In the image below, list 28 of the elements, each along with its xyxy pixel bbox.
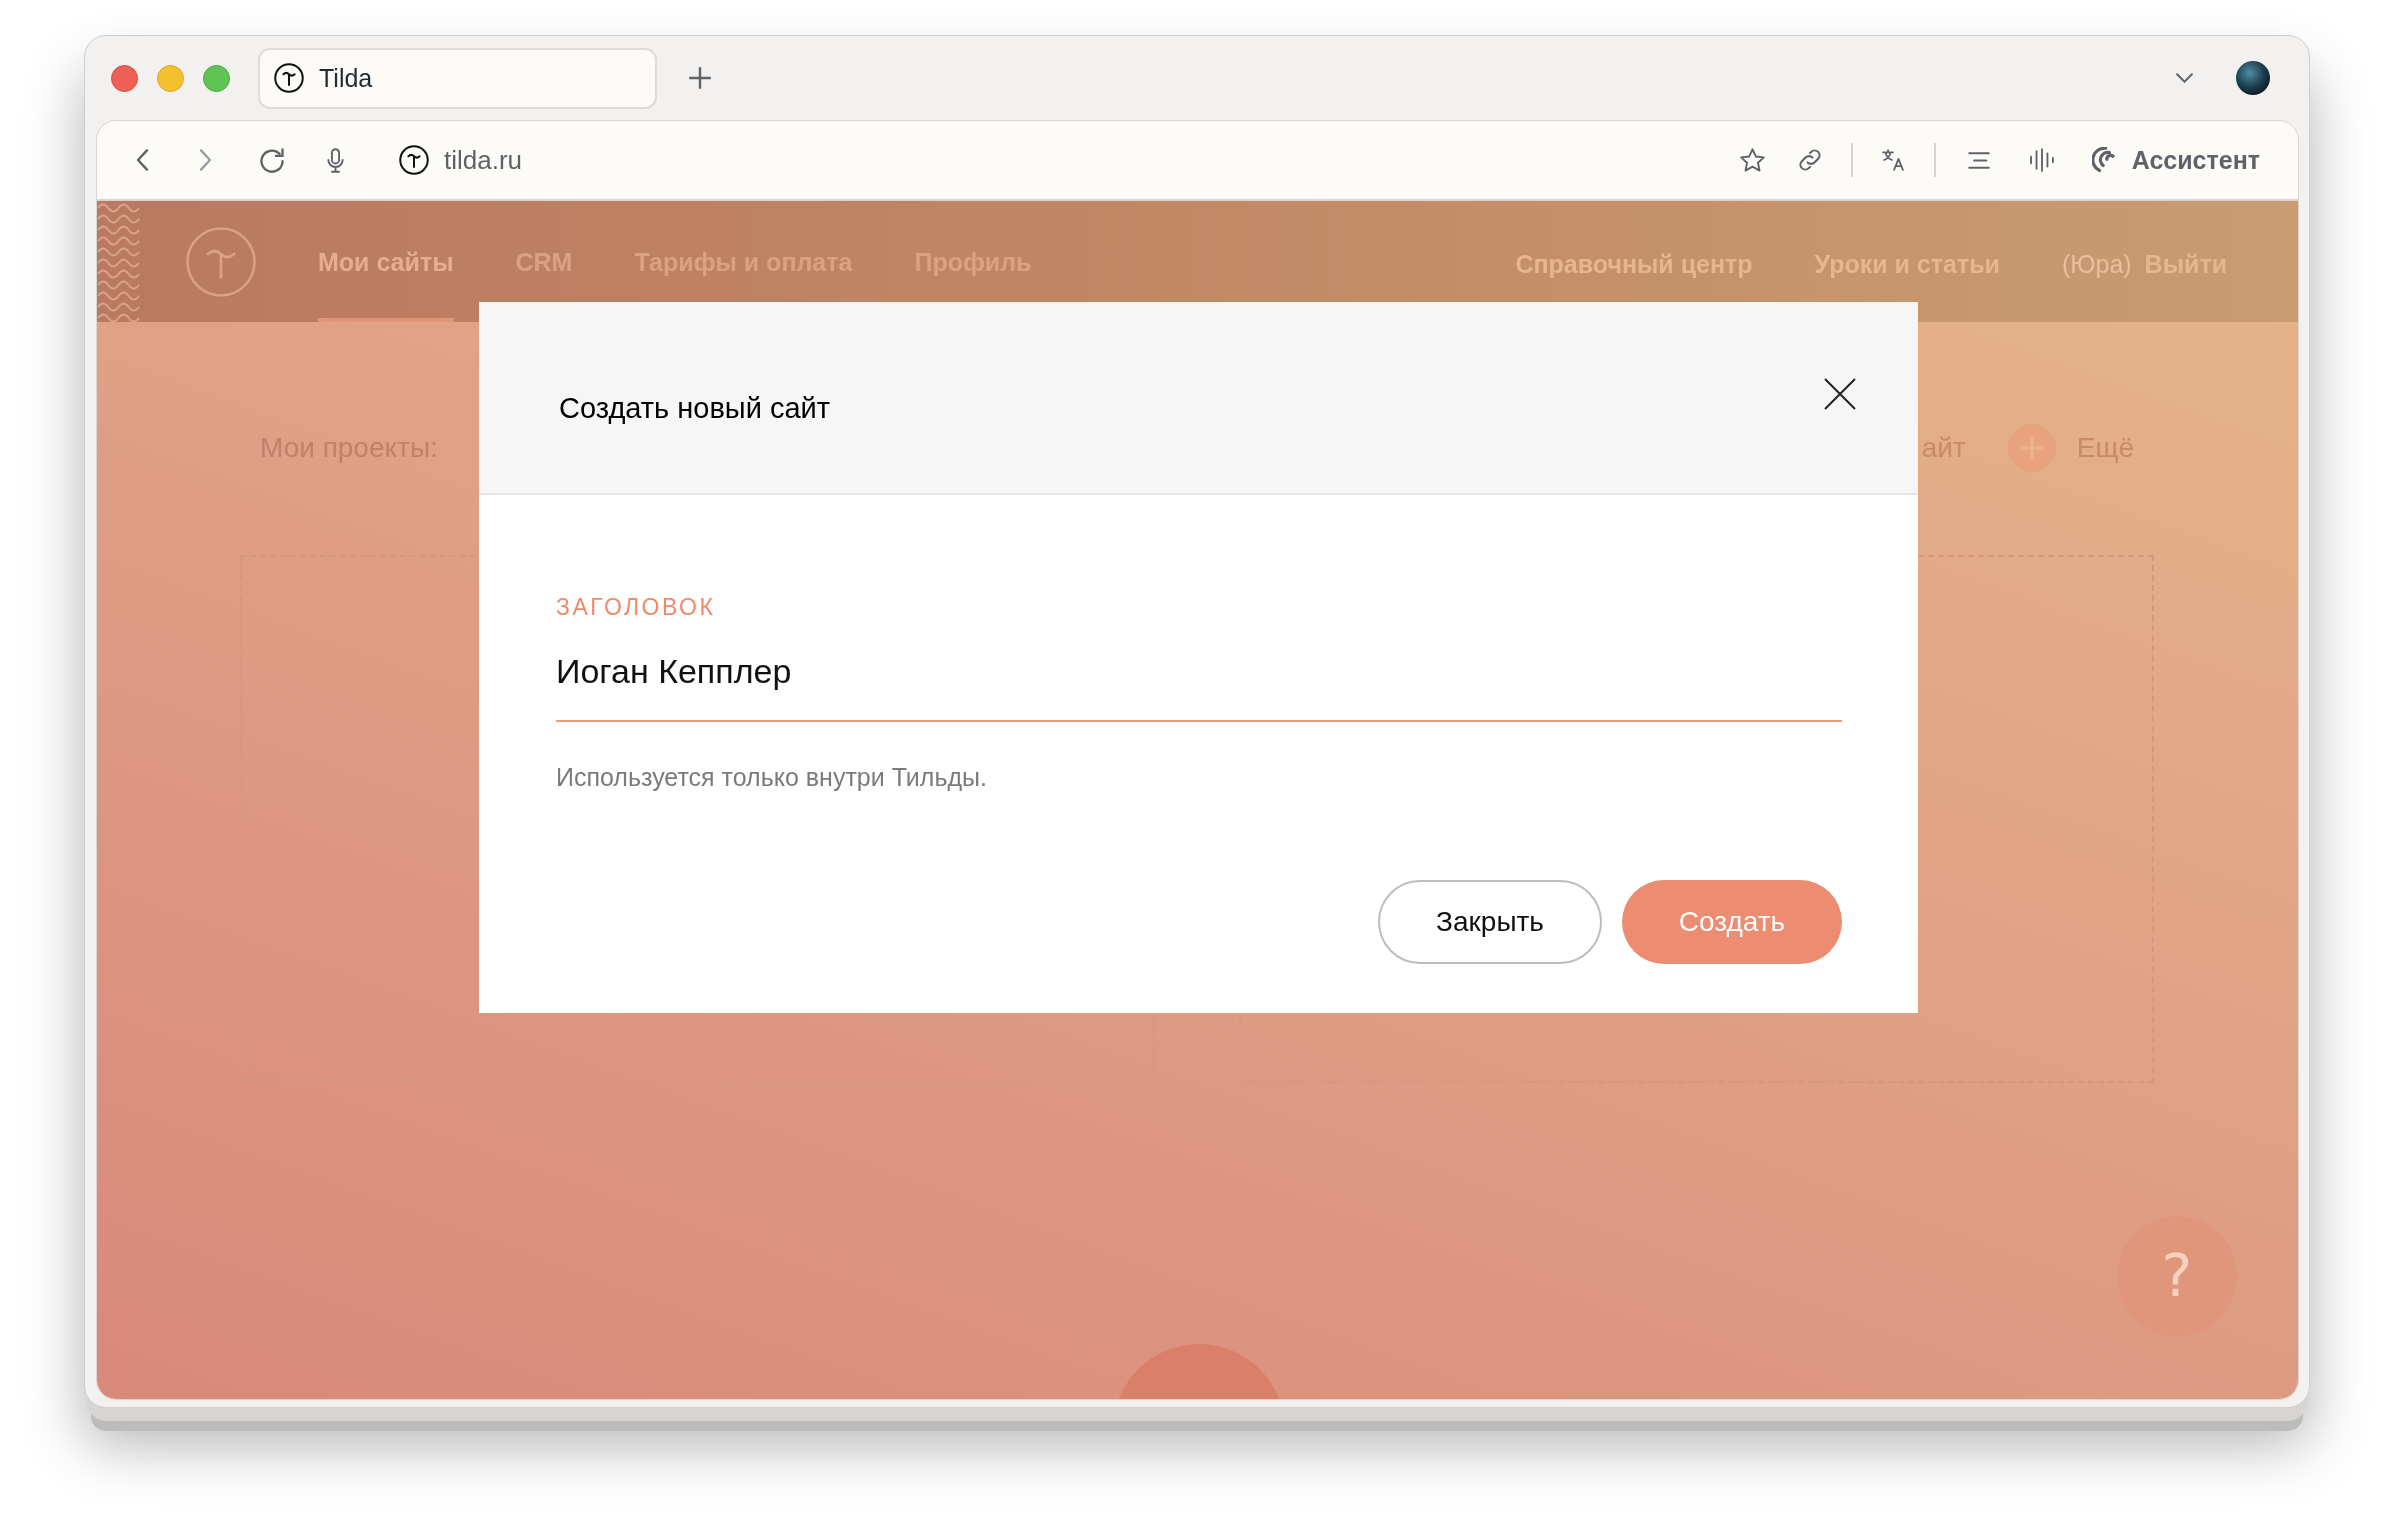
wave-pattern-icon <box>97 201 140 322</box>
back-icon[interactable] <box>136 149 149 171</box>
assistant-button[interactable]: Ассистент <box>2091 145 2260 175</box>
field-hint: Используется только внутри Тильды. <box>556 762 988 792</box>
microphone-icon[interactable] <box>327 147 344 173</box>
window-close-button[interactable] <box>111 64 138 92</box>
plus-icon[interactable] <box>688 66 712 90</box>
forward-icon[interactable] <box>199 149 212 171</box>
avatar-icon[interactable] <box>2236 61 2270 95</box>
field-label: ЗАГОЛОВОК <box>556 593 717 621</box>
browser-tab[interactable]: Tilda <box>258 47 657 109</box>
link-icon[interactable] <box>1798 149 1821 171</box>
address-field[interactable]: tilda.ru <box>399 144 523 176</box>
lines-icon[interactable] <box>1967 151 1990 169</box>
swirl-icon <box>2091 147 2118 173</box>
reload-icon[interactable] <box>260 147 284 173</box>
close-icon[interactable] <box>1824 378 1856 410</box>
create-button[interactable]: Создать <box>1622 880 1842 964</box>
translate-icon[interactable] <box>1881 149 1904 171</box>
help-button[interactable]: ? <box>2117 1216 2237 1336</box>
logo-icon <box>399 145 429 175</box>
chevron-down-icon[interactable] <box>2176 73 2193 83</box>
close-button[interactable]: Закрыть <box>1378 880 1602 964</box>
dialog-title: Создать новый сайт <box>559 391 831 426</box>
logo-icon <box>274 63 304 93</box>
sound-wave-icon[interactable] <box>2029 148 2054 172</box>
star-icon[interactable] <box>1739 148 1765 172</box>
title-input[interactable]: Иоган Кепплер <box>556 649 1842 722</box>
